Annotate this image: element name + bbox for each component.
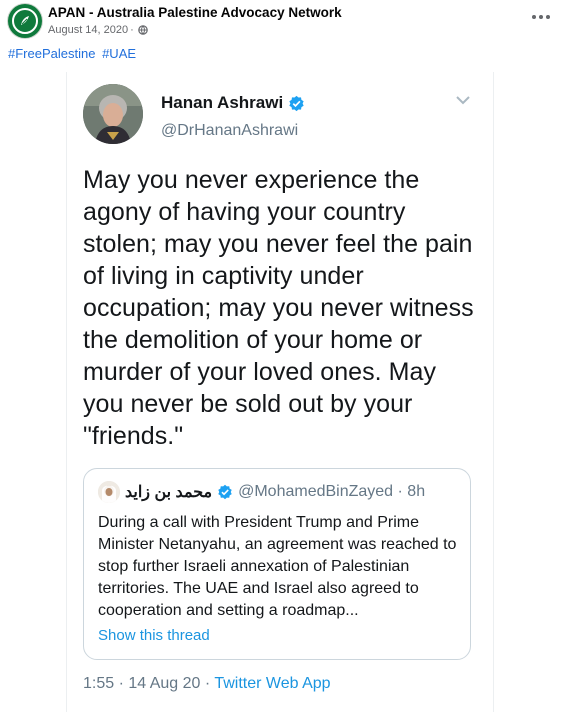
chevron-down-icon[interactable] [455,94,471,106]
tweet-footer: 1:55 · 14 Aug 20 · Twitter Web App [83,675,331,693]
quoted-verified-badge-icon [218,484,232,500]
tweet-author-name-text: Hanan Ashrawi [161,93,284,112]
quoted-author-handle: @MohamedBinZayed · 8h [238,483,426,500]
page-name-link[interactable]: APAN - Australia Palestine Advocacy Netw… [48,5,342,20]
post-meta: August 14, 2020 · [48,24,148,36]
post-date-link[interactable]: August 14, 2020 [48,24,128,36]
tweet-author-avatar [83,84,143,144]
quoted-author-avatar [98,481,120,503]
post-hashtags: #FreePalestine #UAE [8,46,139,61]
globe-icon[interactable] [137,25,148,35]
tweet-source-link[interactable]: Twitter Web App [214,675,330,692]
post-header: APAN - Australia Palestine Advocacy Netw… [8,4,556,38]
tweet-body-text: May you never experience the agony of ha… [83,166,474,450]
tweet-timestamp: 1:55 · 14 Aug 20 · [83,675,215,692]
quoted-tweet-card[interactable]: محمد بن زايد @MohamedBinZayed · 8h Durin… [83,468,471,660]
show-thread-link[interactable]: Show this thread [98,627,210,644]
quoted-tweet-text: During a call with President Trump and P… [98,514,457,619]
quoted-tweet-header: محمد بن زايد @MohamedBinZayed · 8h [98,481,425,503]
verified-badge-icon [289,95,304,111]
hashtag-freepalestine[interactable]: #FreePalestine [8,46,95,61]
apan-logo-icon [12,8,38,34]
dot [546,15,550,19]
quoted-author-name: محمد بن زايد [125,484,213,501]
dot [532,15,536,19]
more-options-icon[interactable] [528,8,554,26]
dot [539,15,543,19]
tweet-author-handle: @DrHananAshrawi [161,122,299,139]
page-avatar[interactable] [8,4,42,38]
meta-separator: · [130,24,134,36]
tweet-author-name: Hanan Ashrawi [161,93,305,113]
tweet-screenshot[interactable]: Hanan Ashrawi @DrHananAshrawi May you ne… [66,72,494,712]
hashtag-uae[interactable]: #UAE [102,46,136,61]
